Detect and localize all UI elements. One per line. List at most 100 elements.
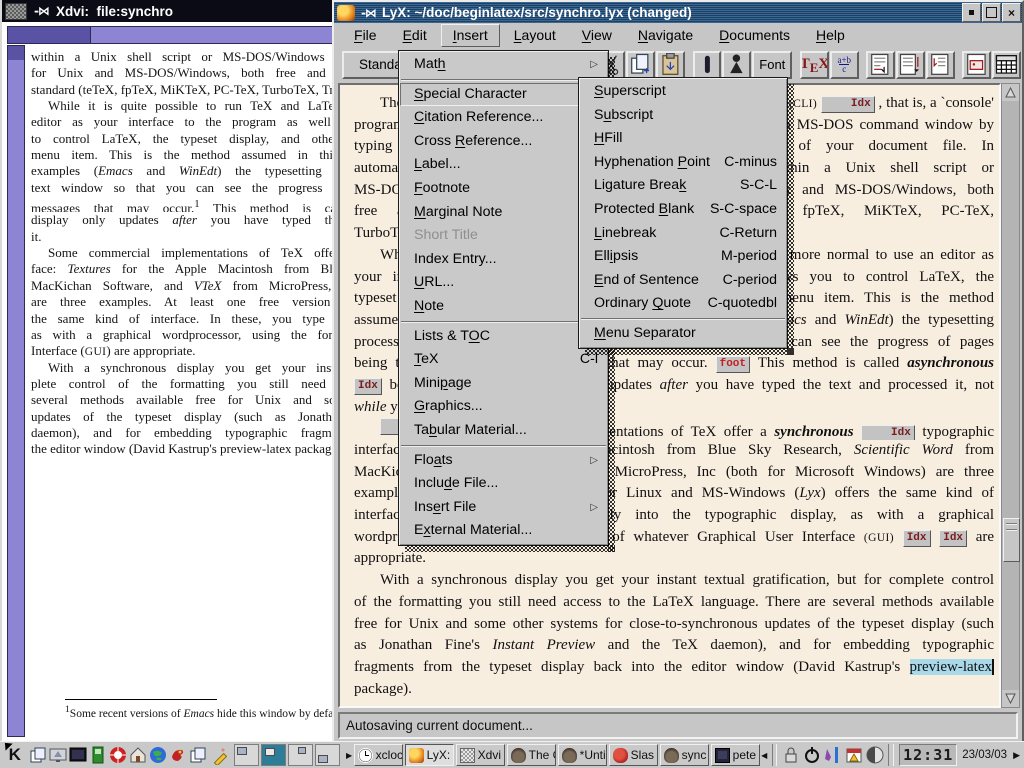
date-display[interactable]: 23/03/03: [962, 749, 1007, 761]
home-icon[interactable]: [128, 743, 148, 767]
lyx-titlebar[interactable]: -⋈ LyX: ~/doc/beginlatex/src/synchro.lyx…: [334, 2, 1022, 23]
menu-item-math[interactable]: Math▷: [400, 53, 607, 77]
text-editor-icon[interactable]: [208, 743, 228, 767]
task-button-sync[interactable]: sync: [660, 744, 709, 766]
web-browser-icon[interactable]: [148, 743, 168, 767]
index-inset-button[interactable]: Idx: [861, 425, 915, 440]
pager-desktop-1[interactable]: [234, 744, 259, 766]
menu-item-label[interactable]: Label...: [400, 153, 607, 177]
documents-icon[interactable]: [188, 743, 208, 767]
panel-expand-icon[interactable]: ▶: [345, 744, 354, 766]
scrollbar-track[interactable]: [8, 46, 24, 60]
clipboard-tool-icon[interactable]: [88, 743, 108, 767]
digital-clock[interactable]: 12:31: [899, 744, 957, 766]
menu-item-ligature-break[interactable]: Ligature BreakS-C-L: [580, 174, 786, 198]
menu-item-short-title[interactable]: Short Title: [400, 224, 607, 248]
menubar-item-navigate[interactable]: Navigate: [626, 24, 705, 47]
paint-tool-icon[interactable]: [822, 743, 843, 767]
menu-item-end-of-sentence[interactable]: End of SentenceC-period: [580, 269, 786, 293]
menu-item-graphics[interactable]: Graphics...: [400, 395, 607, 419]
task-button-pete[interactable]: pete: [711, 744, 760, 766]
kde-app-icon[interactable]: [168, 743, 188, 767]
menu-item-hyphenation-point[interactable]: Hyphenation PointC-minus: [580, 151, 786, 175]
footnote-inset-button[interactable]: foot: [716, 356, 750, 373]
menu-item-hfill[interactable]: HFill: [580, 127, 786, 151]
index-inset-button[interactable]: Idx: [354, 378, 382, 395]
window-list-icon[interactable]: [28, 743, 48, 767]
index-inset-button[interactable]: Idx: [903, 530, 931, 547]
tex-icon[interactable]: TEX: [800, 51, 829, 79]
window-menu-icon[interactable]: [5, 3, 27, 20]
emphasis-icon[interactable]: [693, 51, 722, 79]
menu-item-external-material[interactable]: External Material...: [400, 519, 607, 543]
pager-desktop-3[interactable]: [288, 744, 313, 766]
menu-item-ordinary-quote[interactable]: Ordinary QuoteC-quotedbl: [580, 292, 786, 316]
noun-icon[interactable]: [722, 51, 751, 79]
menu-item-superscript[interactable]: Superscript: [580, 80, 786, 104]
insert-footnote-icon[interactable]: [866, 51, 895, 79]
task-button-xdvi[interactable]: Xdvi: [456, 744, 505, 766]
help-icon[interactable]: [108, 743, 128, 767]
menu-item-tabular-material[interactable]: Tabular Material...: [400, 419, 607, 443]
xdvi-vertical-scrollbar[interactable]: [7, 45, 25, 737]
menu-item-citation-reference[interactable]: Citation Reference...: [400, 106, 607, 130]
menu-item-footnote[interactable]: Footnote: [400, 177, 607, 201]
task-button-xcloc[interactable]: xcloc: [354, 744, 403, 766]
taskbar-scroll-left-icon[interactable]: ◀: [760, 744, 769, 766]
menubar-item-view[interactable]: View: [570, 24, 624, 47]
task-button-slas[interactable]: Slas: [609, 744, 658, 766]
index-inset-button[interactable]: Idx: [939, 530, 967, 547]
moon-phase-icon[interactable]: [864, 743, 885, 767]
menu-item-url[interactable]: URL...: [400, 271, 607, 295]
document-scrollbar[interactable]: [1001, 83, 1020, 708]
menubar-item-insert[interactable]: Insert: [441, 24, 500, 47]
menubar-item-file[interactable]: File: [342, 24, 389, 47]
show-desktop-icon[interactable]: [48, 743, 68, 767]
menubar-item-documents[interactable]: Documents: [707, 24, 802, 47]
menu-item-include-file[interactable]: Include File...: [400, 472, 607, 496]
menubar-item-edit[interactable]: Edit: [391, 24, 439, 47]
menu-item-cross-reference[interactable]: Cross Reference...: [400, 130, 607, 154]
menu-item-marginal-note[interactable]: Marginal Note: [400, 201, 607, 225]
menubar-item-help[interactable]: Help: [804, 24, 857, 47]
paste-icon[interactable]: [656, 51, 685, 79]
maximize-button[interactable]: [982, 3, 1001, 22]
insert-table-icon[interactable]: [992, 51, 1021, 79]
k-menu-button[interactable]: K: [2, 743, 28, 767]
insert-margin-note-icon[interactable]: [896, 51, 925, 79]
task-button-unti[interactable]: *Unti: [558, 744, 607, 766]
menu-item-insert-file[interactable]: Insert File▷: [400, 496, 607, 520]
menu-item-subscript[interactable]: Subscript: [580, 104, 786, 128]
menu-item-special-character[interactable]: Special Character▷: [400, 83, 607, 107]
menubar-item-layout[interactable]: Layout: [502, 24, 568, 47]
terminal-icon[interactable]: [68, 743, 88, 767]
insert-figure-icon[interactable]: [962, 51, 991, 79]
pager-desktop-4[interactable]: [315, 744, 340, 766]
change-depth-icon[interactable]: [926, 51, 955, 79]
logout-icon[interactable]: [801, 743, 822, 767]
panel-hide-icon[interactable]: ▶: [1011, 750, 1022, 761]
screen-lock-icon[interactable]: [780, 743, 801, 767]
scroll-down-icon[interactable]: [1002, 690, 1019, 707]
menu-item-menu-separator[interactable]: Menu Separator: [580, 322, 786, 346]
menu-item-linebreak[interactable]: LinebreakC-Return: [580, 222, 786, 246]
menu-item-minipage[interactable]: Minipage: [400, 372, 607, 396]
task-button-lyx[interactable]: LyX:: [405, 744, 454, 766]
font-button[interactable]: Font: [752, 51, 792, 79]
copy-icon[interactable]: [626, 51, 655, 79]
pager-desktop-2[interactable]: [261, 744, 286, 766]
menu-item-tex[interactable]: TeXC-l: [400, 348, 607, 372]
task-button-the-g[interactable]: The G: [507, 744, 556, 766]
organizer-alarm-icon[interactable]: [843, 743, 864, 767]
math-icon[interactable]: a+bc: [830, 51, 859, 79]
menu-item-lists-toc[interactable]: Lists & TOC: [400, 325, 607, 349]
index-inset-button[interactable]: Idx: [821, 96, 875, 113]
scrollbar-thumb[interactable]: [1003, 518, 1020, 562]
menu-item-index-entry[interactable]: Index Entry...: [400, 248, 607, 272]
menu-item-floats[interactable]: Floats▷: [400, 449, 607, 473]
iconify-button[interactable]: [962, 3, 981, 22]
menu-item-protected-blank[interactable]: Protected BlankS-C-space: [580, 198, 786, 222]
close-button[interactable]: ×: [1002, 3, 1021, 22]
menu-item-ellipsis[interactable]: EllipsisM-period: [580, 245, 786, 269]
menu-item-note[interactable]: Note: [400, 295, 607, 319]
